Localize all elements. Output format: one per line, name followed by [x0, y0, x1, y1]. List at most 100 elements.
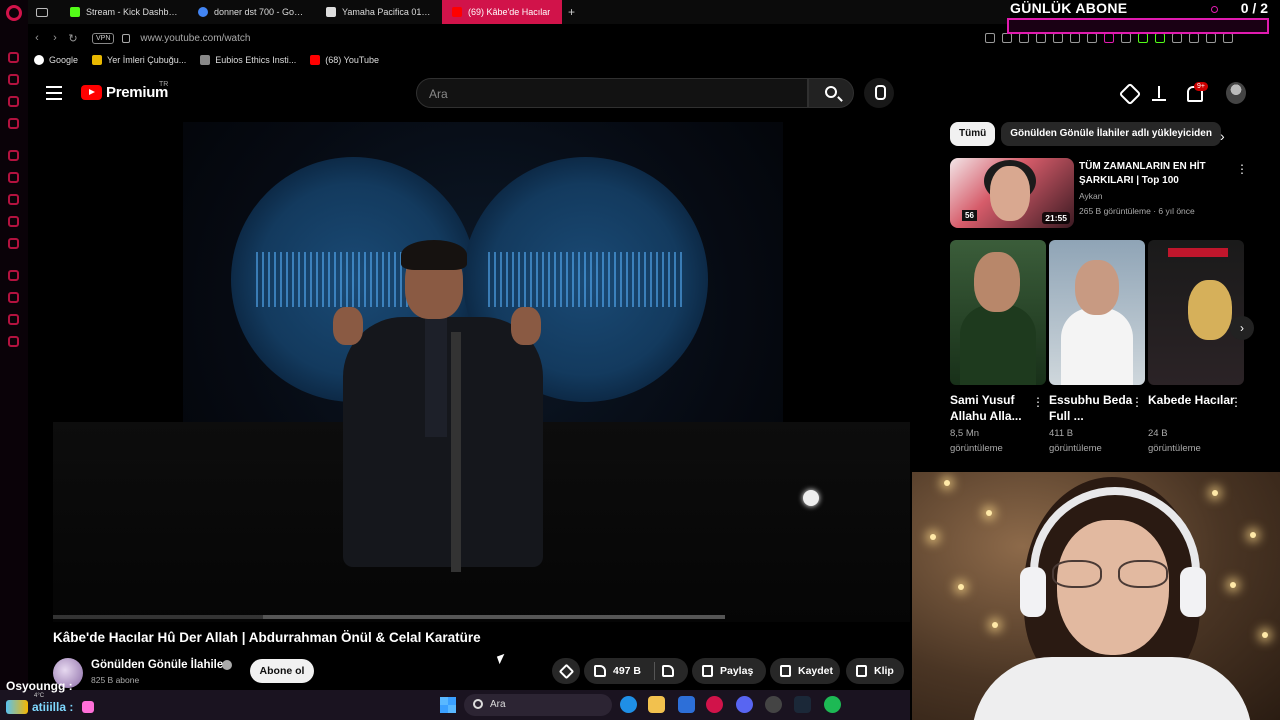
goal-dot-icon	[1211, 6, 1218, 13]
file-explorer-icon[interactable]	[648, 696, 665, 713]
thumbnail-badge: 56	[962, 210, 977, 221]
store-icon[interactable]	[678, 696, 695, 713]
share-icon	[702, 665, 713, 677]
bookmark-youtube[interactable]: (68) YouTube	[310, 55, 379, 65]
video-player[interactable]	[53, 122, 910, 622]
sidebar-app-icon[interactable]	[8, 96, 19, 107]
bookmark-eubios[interactable]: Eubios Ethics Insti...	[200, 55, 296, 65]
lock-icon[interactable]	[122, 33, 131, 43]
sidebar-app-icon[interactable]	[8, 118, 19, 129]
save-button[interactable]: Kaydet	[770, 658, 840, 684]
tab-menu-icon[interactable]	[36, 7, 48, 17]
chip-from-uploader[interactable]: Gönülden Gönüle İlahiler adlı yükleyicid…	[1001, 122, 1222, 146]
bookmark-google[interactable]: Google	[34, 55, 78, 65]
tab-google-search[interactable]: donner dst 700 - Google	[188, 0, 316, 24]
hamburger-menu-icon[interactable]	[46, 86, 62, 100]
back-icon[interactable]: ‹	[28, 32, 46, 44]
edge-icon[interactable]	[620, 696, 637, 713]
tab-strip: Stream - Kick Dashboard donner dst 700 -…	[28, 0, 1010, 24]
extensions-icon[interactable]	[8, 314, 19, 325]
notification-badge: 9+	[1194, 82, 1208, 91]
more-options-icon[interactable]: ⋮	[1032, 395, 1044, 409]
chip-all[interactable]: Tümü	[950, 122, 996, 146]
tab-yamaha[interactable]: Yamaha Pacifica 012 Elek	[316, 0, 442, 24]
youtube-logo[interactable]: Premium TR	[81, 81, 168, 101]
spotify-icon[interactable]	[824, 696, 841, 713]
short-thumbnail[interactable]	[1148, 240, 1244, 385]
clip-button[interactable]: Klip	[846, 658, 904, 684]
clock-icon[interactable]	[8, 292, 19, 303]
share-button[interactable]: Paylaş	[692, 658, 766, 684]
ask-ai-button[interactable]	[552, 658, 580, 684]
voice-search-mic-icon[interactable]	[864, 78, 894, 108]
channel-name[interactable]: Gönülden Gönüle İlahiler	[91, 659, 228, 671]
twitch-icon[interactable]	[8, 150, 19, 161]
account-avatar[interactable]	[1226, 82, 1246, 104]
tab-kick-dashboard[interactable]: Stream - Kick Dashboard	[60, 0, 188, 24]
short-thumbnail[interactable]	[1049, 240, 1145, 385]
taskbar-search-label: Ara	[490, 699, 506, 710]
save-label: Kaydet	[798, 665, 834, 677]
video-singer	[323, 237, 553, 577]
create-icon[interactable]	[1120, 84, 1138, 102]
emote-icon	[82, 701, 94, 713]
discord-icon[interactable]	[8, 238, 19, 249]
chevron-right-icon[interactable]: ›	[1220, 128, 1225, 144]
sparkle-icon	[558, 663, 574, 679]
more-options-icon[interactable]: ⋮	[1236, 162, 1248, 176]
streamer-webcam	[912, 472, 1280, 720]
reload-icon[interactable]: ↻	[64, 32, 82, 45]
video-thumbnail[interactable]: 56 21:55	[950, 158, 1074, 228]
youtube-icon	[310, 55, 321, 65]
recommended-channel[interactable]: Aykan	[1079, 191, 1102, 201]
stream-chat-overlay: Osyoungg : atiiilla :	[4, 676, 184, 720]
short-item[interactable]: Kabede Hacılar 24 Bgörüntüleme ⋮	[1148, 240, 1244, 456]
tab-youtube-active[interactable]: (69) Kâbe'de Hacılar	[442, 0, 562, 24]
obs-icon[interactable]	[765, 696, 782, 713]
tab-label: Stream - Kick Dashboard	[86, 7, 178, 17]
sidebar-app-icon[interactable]	[8, 74, 19, 85]
chevron-right-icon[interactable]: ›	[1230, 316, 1254, 340]
x-icon[interactable]	[8, 216, 19, 227]
chat-username: Osyoungg :	[6, 679, 73, 693]
zoom-icon[interactable]	[985, 33, 995, 43]
short-item[interactable]: Essubhu Beda Full ... 411 Bgörüntüleme ⋮	[1049, 240, 1145, 456]
share-label: Paylaş	[720, 665, 754, 677]
bookmark-folder[interactable]: Yer İmleri Çubuğu...	[92, 55, 186, 65]
history-icon[interactable]	[8, 270, 19, 281]
sidebar-app-icon[interactable]	[8, 52, 19, 63]
more-options-icon[interactable]: ⋮	[1131, 395, 1143, 409]
recommended-title[interactable]: TÜM ZAMANLARIN EN HİT ŞARKILARI | Top 10…	[1079, 160, 1229, 188]
forward-icon[interactable]: ›	[46, 32, 64, 44]
opera-logo-icon[interactable]	[6, 5, 22, 21]
settings-icon[interactable]	[8, 336, 19, 347]
whatsapp-icon[interactable]	[8, 172, 19, 183]
taskbar-search[interactable]: Ara	[464, 694, 612, 716]
new-tab-button[interactable]: +	[562, 5, 581, 19]
vpn-badge[interactable]: VPN	[92, 32, 115, 44]
like-icon[interactable]	[594, 665, 606, 677]
subscribe-button[interactable]: Abone ol	[250, 659, 314, 683]
more-options-icon[interactable]: ⋮	[1230, 395, 1242, 409]
upload-icon[interactable]	[1150, 84, 1168, 102]
bookmark-label: Eubios Ethics Insti...	[215, 55, 297, 65]
dislike-icon[interactable]	[662, 665, 675, 677]
short-views: 411 Bgörüntüleme	[1049, 428, 1102, 454]
recommended-video[interactable]: 56 21:55 TÜM ZAMANLARIN EN HİT ŞARKILARI…	[950, 158, 1250, 230]
goal-count: 0 / 2	[1240, 0, 1268, 16]
discord-icon[interactable]	[736, 696, 753, 713]
bookmark-label: (68) YouTube	[325, 55, 380, 65]
opera-icon[interactable]	[706, 696, 723, 713]
video-progress-bar[interactable]	[53, 615, 725, 619]
url-field[interactable]: www.youtube.com/watch	[140, 33, 250, 44]
search-input[interactable]: Ara	[416, 78, 808, 108]
recommended-meta: 265 B görüntüleme · 6 yıl önce	[1079, 206, 1195, 216]
short-item[interactable]: Sami Yusuf Allahu Alla... 8,5 Mn görüntül…	[950, 240, 1046, 456]
short-views: 8,5 Mn görüntüleme	[950, 428, 1003, 454]
steam-icon[interactable]	[794, 696, 811, 713]
short-thumbnail[interactable]	[950, 240, 1046, 385]
search-button[interactable]	[808, 78, 854, 108]
windows-start-icon[interactable]	[440, 697, 456, 713]
messenger-icon[interactable]	[8, 194, 19, 205]
like-count[interactable]: 497 B	[613, 665, 641, 677]
